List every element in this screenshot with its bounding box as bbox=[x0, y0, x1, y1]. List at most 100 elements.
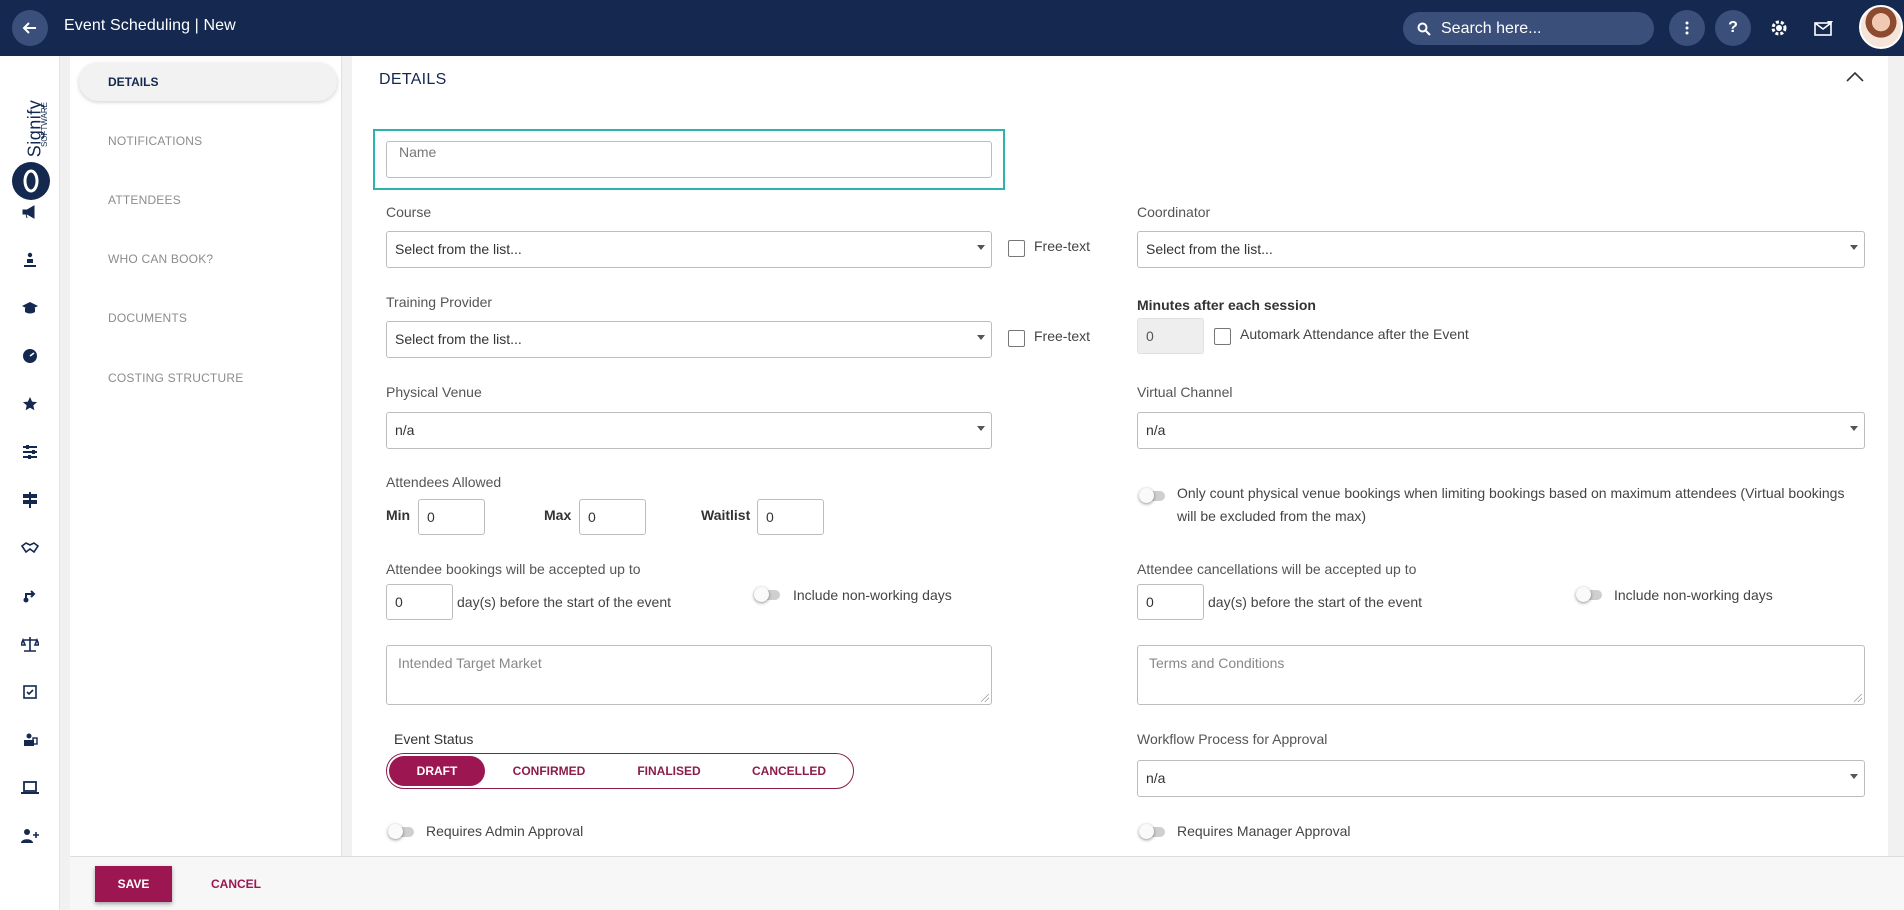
sliders-icon[interactable] bbox=[20, 442, 40, 462]
cancel-button[interactable]: CANCEL bbox=[211, 877, 261, 891]
virtual-channel-label: Virtual Channel bbox=[1137, 384, 1233, 400]
graduation-cap-icon[interactable] bbox=[20, 298, 40, 318]
resize-handle[interactable] bbox=[981, 694, 989, 702]
admin-approval-label: Requires Admin Approval bbox=[426, 823, 584, 839]
save-button[interactable]: SAVE bbox=[95, 866, 172, 902]
messages-button[interactable] bbox=[1810, 14, 1838, 42]
resize-handle[interactable] bbox=[1854, 694, 1862, 702]
footer-bar: SAVE CANCEL bbox=[70, 856, 1904, 910]
course-free-text-checkbox[interactable] bbox=[1008, 240, 1025, 257]
arrow-left-icon bbox=[22, 22, 36, 34]
section-title: DETAILS bbox=[379, 71, 447, 88]
icon-rail: Signify SOFTWARE bbox=[0, 56, 60, 910]
chevron-up-icon bbox=[1846, 71, 1864, 82]
user-sitting-icon[interactable] bbox=[20, 250, 40, 270]
checklist-icon[interactable] bbox=[20, 682, 40, 702]
training-provider-label: Training Provider bbox=[386, 294, 493, 310]
section-nav-item-notifications[interactable]: NOTIFICATIONS bbox=[108, 134, 202, 148]
top-bar: Event Scheduling | New Search here... ? bbox=[0, 0, 1904, 56]
terms-textarea[interactable]: Terms and Conditions bbox=[1137, 645, 1865, 705]
bookings-days-input[interactable]: 0 bbox=[386, 584, 453, 620]
status-draft-button[interactable]: DRAFT bbox=[389, 756, 485, 786]
handshake-icon[interactable] bbox=[20, 538, 40, 558]
search-placeholder: Search here... bbox=[1441, 19, 1542, 37]
workflow-label: Workflow Process for Approval bbox=[1137, 731, 1328, 747]
caret-down-icon bbox=[977, 245, 985, 250]
section-nav-item-documents[interactable]: DOCUMENTS bbox=[108, 311, 187, 325]
section-nav-item-who-can-book[interactable]: WHO CAN BOOK? bbox=[108, 252, 213, 266]
laptop-icon[interactable] bbox=[20, 778, 40, 798]
coordinator-select[interactable]: Select from the list... bbox=[1137, 231, 1865, 268]
max-input[interactable]: 0 bbox=[579, 499, 646, 535]
provider-free-text-checkbox[interactable] bbox=[1008, 330, 1025, 347]
avatar[interactable] bbox=[1859, 5, 1903, 49]
bookings-non-working-label: Include non-working days bbox=[793, 587, 952, 603]
caret-down-icon bbox=[1850, 774, 1858, 779]
cancellations-non-working-toggle[interactable] bbox=[1576, 587, 1602, 602]
physical-venue-value: n/a bbox=[395, 422, 415, 438]
section-nav-active-label: DETAILS bbox=[108, 75, 159, 89]
scale-icon[interactable] bbox=[20, 634, 40, 654]
name-input[interactable]: Name bbox=[386, 141, 992, 178]
automark-checkbox[interactable] bbox=[1214, 328, 1231, 345]
user-plus-icon[interactable] bbox=[20, 826, 40, 846]
waitlist-input[interactable]: 0 bbox=[757, 499, 824, 535]
bookings-label: Attendee bookings will be accepted up to bbox=[386, 561, 641, 577]
megaphone-icon[interactable] bbox=[20, 202, 40, 222]
count-physical-toggle[interactable] bbox=[1139, 488, 1165, 503]
cancellations-days-input[interactable]: 0 bbox=[1137, 584, 1204, 620]
target-market-placeholder: Intended Target Market bbox=[398, 655, 542, 671]
workflow-value: n/a bbox=[1146, 770, 1166, 786]
collapse-button[interactable] bbox=[1846, 69, 1864, 87]
user-desk-icon[interactable] bbox=[20, 730, 40, 750]
help-button[interactable]: ? bbox=[1715, 10, 1751, 46]
bookings-days-text: day(s) before the start of the event bbox=[457, 594, 672, 610]
manager-approval-label: Requires Manager Approval bbox=[1177, 823, 1351, 839]
coordinator-label: Coordinator bbox=[1137, 204, 1211, 220]
course-free-text-label: Free-text bbox=[1034, 238, 1091, 254]
virtual-channel-value: n/a bbox=[1146, 422, 1166, 438]
status-finalised-button[interactable]: FINALISED bbox=[619, 756, 719, 786]
caret-down-icon bbox=[977, 426, 985, 431]
minutes-input[interactable]: 0 bbox=[1137, 318, 1204, 354]
section-nav: DETAILS NOTIFICATIONS ATTENDEES WHO CAN … bbox=[70, 56, 342, 856]
section-nav-item-costing-structure[interactable]: COSTING STRUCTURE bbox=[108, 371, 243, 385]
section-nav-item-attendees[interactable]: ATTENDEES bbox=[108, 193, 181, 207]
more-options-button[interactable] bbox=[1669, 10, 1705, 46]
section-nav-item-details[interactable]: DETAILS bbox=[79, 63, 337, 101]
coordinator-value: Select from the list... bbox=[1146, 241, 1273, 257]
status-cancelled-button[interactable]: CANCELLED bbox=[739, 756, 839, 786]
bookings-non-working-toggle[interactable] bbox=[754, 587, 780, 602]
brand-logo: Signify SOFTWARE bbox=[12, 92, 52, 162]
status-confirmed-button[interactable]: CONFIRMED bbox=[499, 756, 599, 786]
course-value: Select from the list... bbox=[395, 241, 522, 257]
back-button[interactable] bbox=[12, 10, 48, 46]
name-placeholder: Name bbox=[399, 144, 437, 160]
target-market-textarea[interactable]: Intended Target Market bbox=[386, 645, 992, 705]
training-provider-value: Select from the list... bbox=[395, 331, 522, 347]
min-input[interactable]: 0 bbox=[418, 499, 485, 535]
settings-button[interactable] bbox=[1765, 14, 1793, 42]
course-select[interactable]: Select from the list... bbox=[386, 231, 992, 268]
search-input[interactable]: Search here... bbox=[1403, 12, 1654, 45]
manager-approval-toggle[interactable] bbox=[1139, 824, 1165, 839]
gear-icon bbox=[1771, 20, 1787, 36]
question-icon: ? bbox=[1728, 19, 1738, 36]
kebab-menu-icon bbox=[1685, 21, 1689, 35]
count-physical-label-line-1: Only count physical venue bookings when … bbox=[1177, 485, 1845, 501]
gauge-icon[interactable] bbox=[20, 346, 40, 366]
caret-down-icon bbox=[1850, 426, 1858, 431]
physical-venue-label: Physical Venue bbox=[386, 384, 482, 400]
signpost-icon[interactable] bbox=[20, 490, 40, 510]
cancellations-label: Attendee cancellations will be accepted … bbox=[1137, 561, 1417, 577]
workflow-select[interactable]: n/a bbox=[1137, 760, 1865, 797]
physical-venue-select[interactable]: n/a bbox=[386, 412, 992, 449]
virtual-channel-select[interactable]: n/a bbox=[1137, 412, 1865, 449]
star-icon[interactable] bbox=[20, 394, 40, 414]
attendees-allowed-label: Attendees Allowed bbox=[386, 474, 502, 490]
event-status-label: Event Status bbox=[394, 731, 474, 747]
route-icon[interactable] bbox=[20, 586, 40, 606]
training-provider-select[interactable]: Select from the list... bbox=[386, 321, 992, 358]
envelope-icon bbox=[1814, 21, 1833, 36]
admin-approval-toggle[interactable] bbox=[388, 824, 414, 839]
